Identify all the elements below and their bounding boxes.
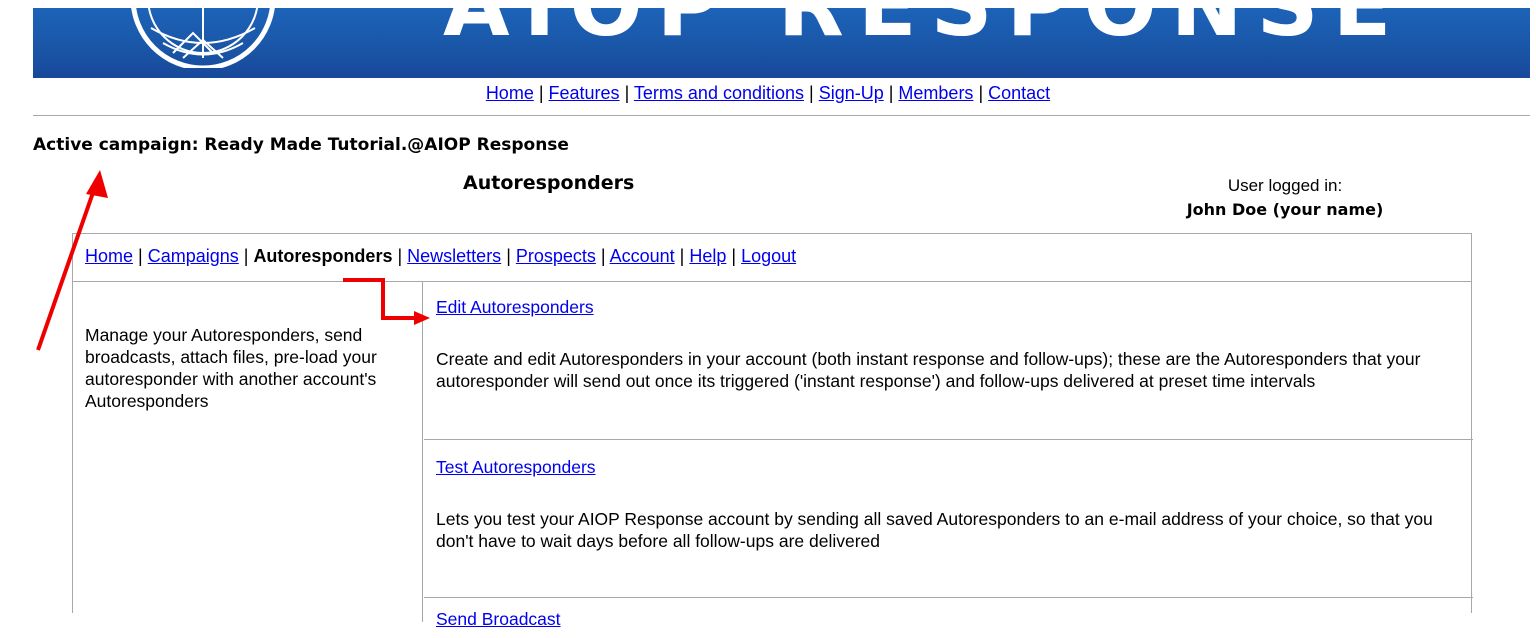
top-nav-signup-link[interactable]: Sign-Up <box>819 83 884 103</box>
user-name: John Doe (your name) <box>1186 200 1384 219</box>
nav-separator: | <box>501 246 516 266</box>
sub-nav-autoresponders-current: Autoresponders <box>253 246 393 266</box>
top-nav-home-link[interactable]: Home <box>486 83 534 103</box>
top-nav-contact-link[interactable]: Contact <box>988 83 1050 103</box>
nav-separator: | <box>595 246 610 266</box>
active-campaign-label: Active campaign: Ready Made Tutorial.@AI… <box>33 135 569 155</box>
annotation-arrow-diagonal-head <box>86 170 108 198</box>
sub-nav-help-link[interactable]: Help <box>689 246 726 266</box>
globe-logo-icon <box>131 8 275 68</box>
content-panel: Home | Campaigns | Autoresponders | News… <box>72 233 1473 629</box>
edit-autoresponders-link[interactable]: Edit Autoresponders <box>436 296 1473 318</box>
test-autoresponders-link[interactable]: Test Autoresponders <box>436 456 1473 478</box>
sub-nav-prospects-link[interactable]: Prospects <box>516 246 596 266</box>
nav-separator: | <box>883 83 899 103</box>
sidebar-description: Manage your Autoresponders, send broadca… <box>85 325 377 411</box>
divider <box>33 115 1530 116</box>
nav-separator: | <box>804 83 819 103</box>
nav-separator: | <box>533 83 549 103</box>
nav-separator: | <box>392 246 408 266</box>
user-info: User logged in: John Doe (your name) <box>1125 174 1445 222</box>
sub-nav: Home | Campaigns | Autoresponders | News… <box>73 234 1471 282</box>
top-nav-terms-link[interactable]: Terms and conditions <box>634 83 804 103</box>
option-row-test: Test Autoresponders Lets you test your A… <box>424 440 1473 598</box>
option-row-send: Send Broadcast <box>424 598 1473 638</box>
sub-nav-logout-link[interactable]: Logout <box>741 246 796 266</box>
sub-nav-home-link[interactable]: Home <box>85 246 133 266</box>
top-nav-members-link[interactable]: Members <box>898 83 973 103</box>
send-broadcast-link[interactable]: Send Broadcast <box>436 608 1473 630</box>
sub-nav-campaigns-link[interactable]: Campaigns <box>148 246 239 266</box>
banner-title: AIOP RESPONSE <box>443 8 1405 56</box>
top-nav-features-link[interactable]: Features <box>549 83 620 103</box>
sub-nav-newsletters-link[interactable]: Newsletters <box>407 246 501 266</box>
nav-separator: | <box>726 246 742 266</box>
header-banner: AIOP RESPONSE <box>33 8 1530 78</box>
user-logged-in-label: User logged in: <box>1227 176 1343 195</box>
option-row-edit: Edit Autoresponders Create and edit Auto… <box>424 282 1473 440</box>
nav-separator: | <box>238 246 254 266</box>
nav-separator: | <box>973 83 989 103</box>
edit-autoresponders-description: Create and edit Autoresponders in your a… <box>436 349 1421 391</box>
test-autoresponders-description: Lets you test your AIOP Response account… <box>436 509 1433 551</box>
nav-separator: | <box>674 246 690 266</box>
nav-separator: | <box>133 246 148 266</box>
nav-separator: | <box>619 83 634 103</box>
page-title: Autoresponders <box>463 172 635 194</box>
top-nav: Home | Features | Terms and conditions |… <box>0 82 1536 104</box>
sub-nav-account-link[interactable]: Account <box>610 246 675 266</box>
sidebar-description-cell: Manage your Autoresponders, send broadca… <box>73 282 423 622</box>
